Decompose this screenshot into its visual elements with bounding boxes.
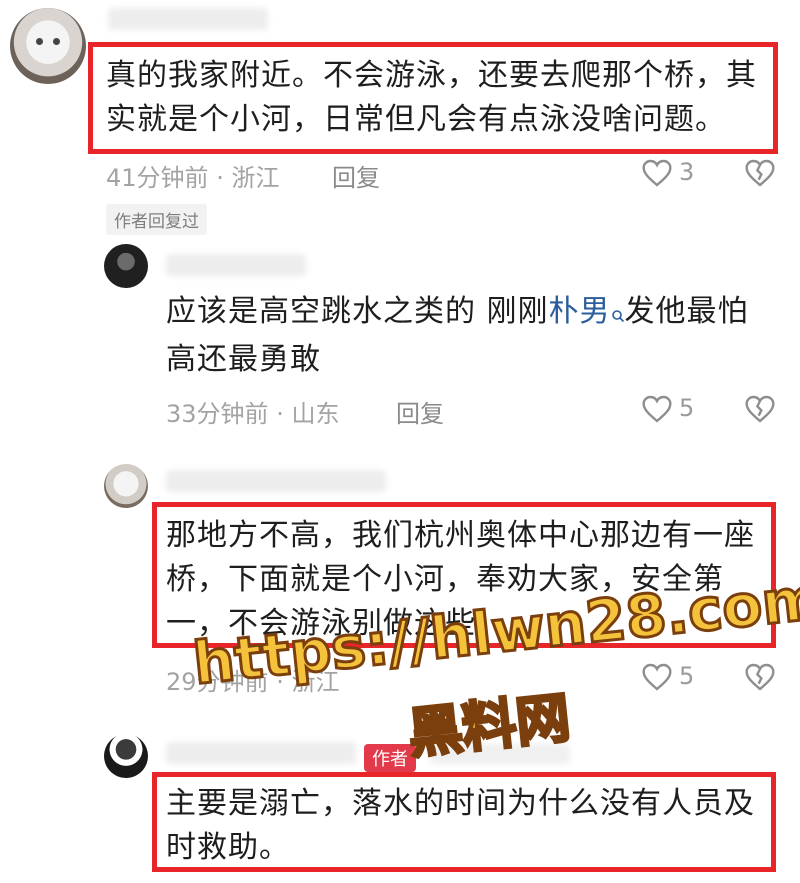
comment-text-segment: 应该是高空跳水之类的 刚刚 [166,294,549,329]
author-tag: 作者 [364,744,416,772]
comment-location: 浙江 [231,164,280,192]
like-count: 5 [679,394,695,422]
watermark-title: 黑料网 [404,684,575,767]
username-blurred[interactable] [166,742,356,764]
avatar[interactable] [104,244,148,288]
comment-time: 33分钟前 [166,400,269,428]
comment-text-line: 真的我家附近。不会游泳，还要去爬那个桥，其 [106,58,757,93]
comment-text-segment: 发他最怕 [624,294,749,329]
comment-text-line: 那地方不高，我们杭州奥体中心那边有一座 [166,518,755,553]
like-count: 5 [679,662,695,690]
comment-text-line: 时救助。 [166,830,290,865]
search-icon[interactable] [611,294,625,338]
username-blurred[interactable] [108,8,268,30]
comment-meta: 41分钟前 · 浙江 [106,158,279,193]
comment-text-line: 应该是高空跳水之类的 刚刚朴男 发他最怕 [166,290,776,338]
heart-outline-icon[interactable] [641,394,673,424]
comment-text: 应该是高空跳水之类的 刚刚朴男 发他最怕 高还最勇敢 [166,290,776,382]
comment-text: 主要是溺亡，落水的时间为什么没有人员及 时救助。 [166,782,772,870]
comment-meta: 33分钟前 · 山东 [166,394,339,429]
comment-text-line: 实就是个小河，日常但凡会有点泳没啥问题。 [106,102,726,137]
comment-text-line: 主要是溺亡，落水的时间为什么没有人员及 [166,786,755,821]
avatar[interactable] [104,734,148,778]
meta-separator: · [216,164,232,192]
username-blurred[interactable] [166,254,306,276]
like-count: 3 [679,158,695,186]
reply-button[interactable]: 回复 [396,394,444,429]
meta-separator: · [276,400,292,428]
comment-time: 41分钟前 [106,164,209,192]
comment-location: 山东 [291,400,340,428]
broken-heart-icon[interactable] [744,394,776,424]
reply-button[interactable]: 回复 [332,158,380,193]
comment-text-line: 高还最勇敢 [166,342,321,377]
comment-text: 真的我家附近。不会游泳，还要去爬那个桥，其 实就是个小河，日常但凡会有点泳没啥问… [106,54,776,142]
author-replied-badge: 作者回复过 [106,204,207,235]
avatar[interactable] [10,8,86,84]
search-link[interactable]: 朴男 [549,294,611,329]
heart-outline-icon[interactable] [641,158,673,188]
heart-outline-icon[interactable] [641,662,673,692]
broken-heart-icon[interactable] [744,662,776,692]
avatar[interactable] [104,464,148,508]
broken-heart-icon[interactable] [744,158,776,188]
username-blurred[interactable] [166,470,386,492]
